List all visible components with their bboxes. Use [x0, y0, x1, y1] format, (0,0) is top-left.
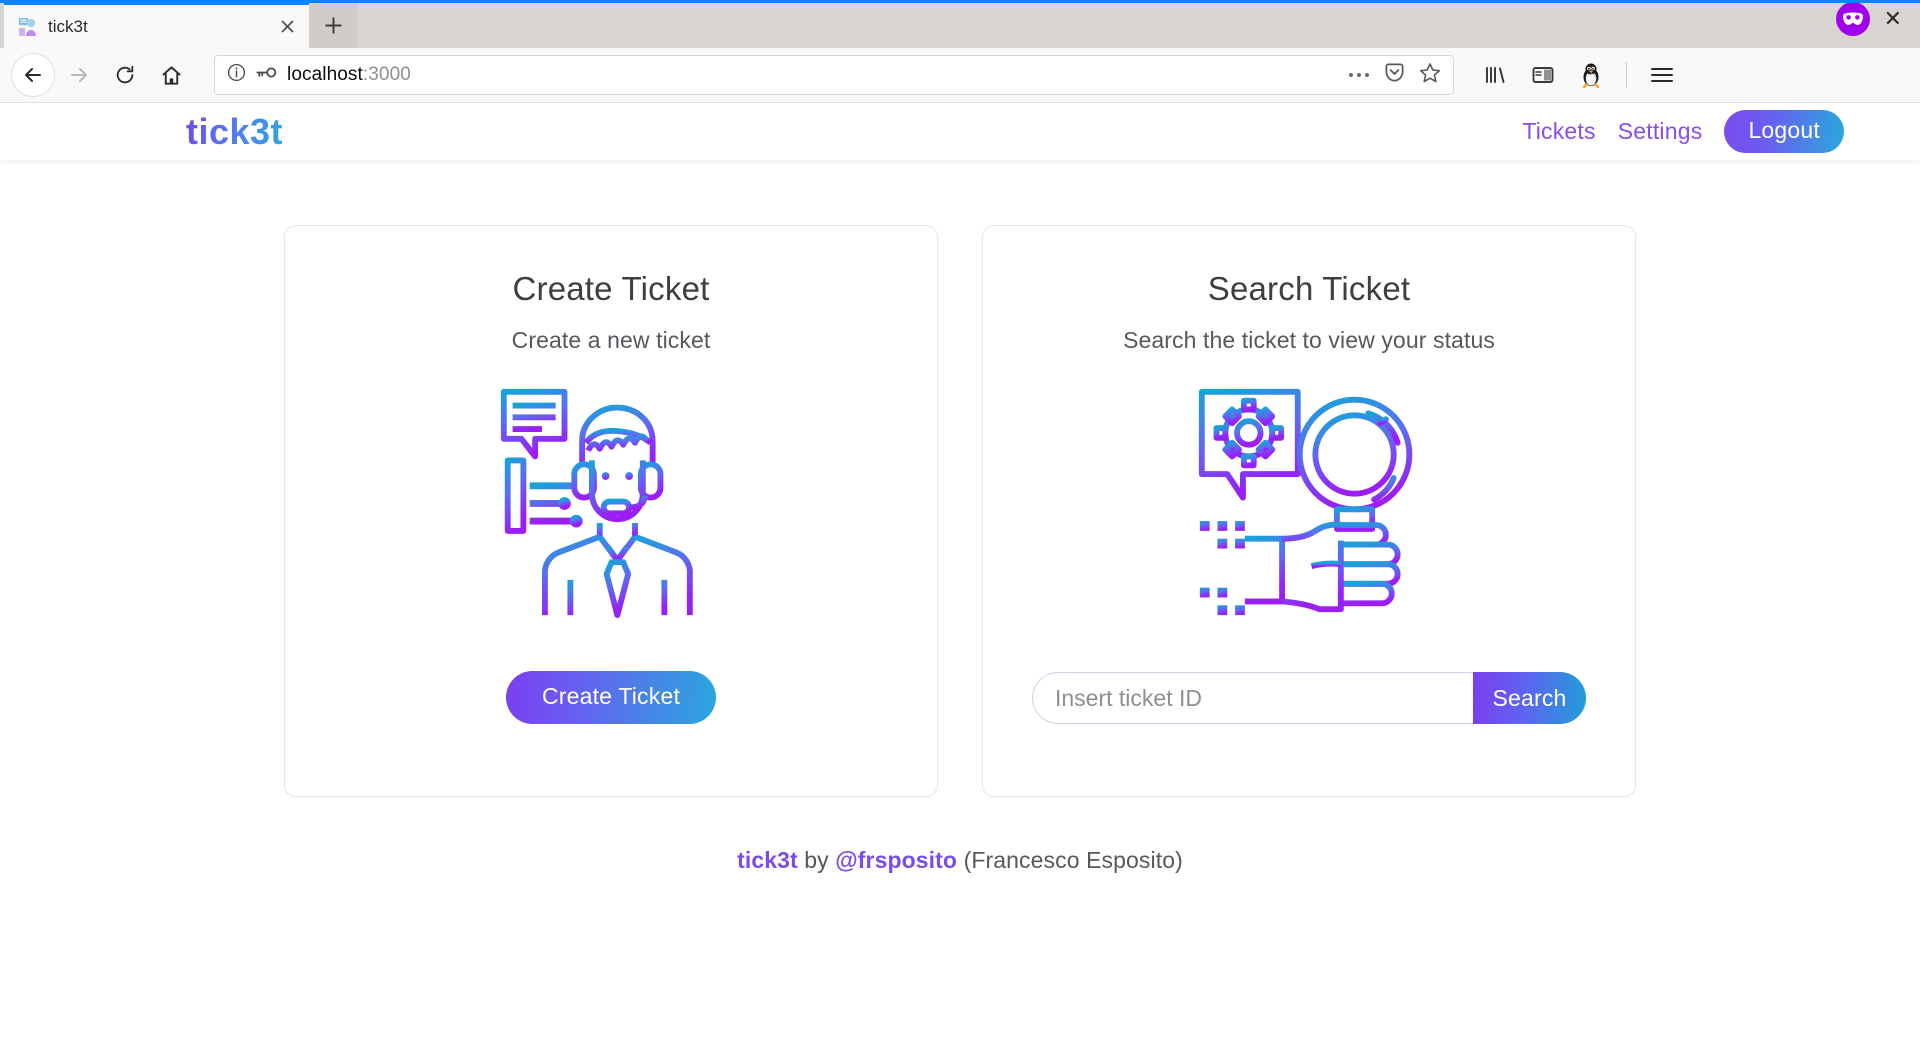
ellipsis-icon[interactable]: [1348, 66, 1370, 84]
search-ticket-card: Search Ticket Search the ticket to view …: [982, 225, 1636, 797]
url-host: localhost: [287, 64, 363, 85]
footer-author: (Francesco Esposito): [957, 847, 1183, 873]
forward-arrow-icon: [58, 54, 100, 96]
page-content: Create Ticket Create a new ticket Create…: [0, 160, 1920, 1042]
url-text: localhost:3000: [287, 64, 411, 86]
library-icon[interactable]: [1474, 54, 1516, 96]
private-mask-icon[interactable]: [1835, 2, 1870, 36]
create-ticket-card: Create Ticket Create a new ticket Create…: [284, 225, 938, 797]
url-bar-actions: [1348, 62, 1441, 89]
web-page: tick3t Tickets Settings Logout Create Ti…: [0, 103, 1920, 1042]
page-footer: tick3t by @frsposito (Francesco Esposito…: [737, 847, 1183, 874]
bookmark-star-icon[interactable]: [1419, 62, 1441, 89]
url-port: :3000: [362, 64, 411, 85]
back-arrow-icon[interactable]: [12, 54, 54, 96]
footer-brand: tick3t: [737, 847, 798, 873]
new-tab-button[interactable]: [309, 3, 357, 48]
sidebar-icon[interactable]: [1522, 54, 1564, 96]
create-card-title: Create Ticket: [512, 270, 710, 307]
search-card-subtitle: Search the ticket to view your status: [1123, 327, 1495, 353]
site-header: tick3t Tickets Settings Logout: [0, 103, 1920, 160]
search-button[interactable]: Search: [1473, 672, 1586, 724]
search-ticket-form: Search: [1032, 672, 1586, 724]
site-logo[interactable]: tick3t: [186, 111, 283, 153]
logout-button[interactable]: Logout: [1724, 110, 1844, 153]
home-icon[interactable]: [150, 54, 192, 96]
pocket-save-icon[interactable]: [1384, 62, 1405, 88]
magnifier-hand-illustration: [1192, 384, 1427, 619]
browser-navbar: localhost:3000: [0, 48, 1920, 103]
search-card-title: Search Ticket: [1207, 270, 1411, 307]
page-info-icon[interactable]: [227, 63, 246, 87]
url-bar[interactable]: localhost:3000: [214, 55, 1454, 95]
browser-toolbar-right: [1474, 54, 1683, 96]
create-card-subtitle: Create a new ticket: [511, 327, 711, 353]
support-agent-favicon: [18, 17, 38, 37]
footer-handle[interactable]: @frsposito: [835, 847, 957, 873]
footer-by: by: [797, 847, 836, 873]
saved-login-key-icon[interactable]: [256, 66, 277, 84]
tux-penguin-extension-icon[interactable]: [1570, 54, 1612, 96]
close-icon[interactable]: [275, 15, 299, 39]
titlebar-right-controls: ✕: [1835, 0, 1920, 48]
reload-icon[interactable]: [104, 54, 146, 96]
hamburger-menu-icon[interactable]: [1641, 54, 1683, 96]
site-nav: Tickets Settings Logout: [1522, 110, 1860, 153]
toolbar-separator: [1626, 62, 1627, 88]
nav-link-settings[interactable]: Settings: [1618, 118, 1703, 145]
nav-link-tickets[interactable]: Tickets: [1522, 118, 1595, 145]
cards-row: Create Ticket Create a new ticket Create…: [284, 225, 1636, 797]
create-card-action: Create Ticket: [505, 671, 717, 724]
search-card-action: Search: [1032, 672, 1586, 724]
browser-titlebar: tick3t ✕: [0, 0, 1920, 48]
tab-title: tick3t: [48, 16, 88, 36]
search-ticket-input[interactable]: [1032, 672, 1473, 724]
browser-window: tick3t ✕ localhost:3000 tick3t Tickets S…: [0, 0, 1920, 1042]
support-agent-illustration: [494, 384, 729, 619]
browser-tab[interactable]: tick3t: [4, 3, 309, 48]
create-ticket-button[interactable]: Create Ticket: [505, 671, 717, 724]
window-close-button[interactable]: ✕: [1880, 8, 1906, 30]
window-accent-line: [0, 0, 1920, 3]
